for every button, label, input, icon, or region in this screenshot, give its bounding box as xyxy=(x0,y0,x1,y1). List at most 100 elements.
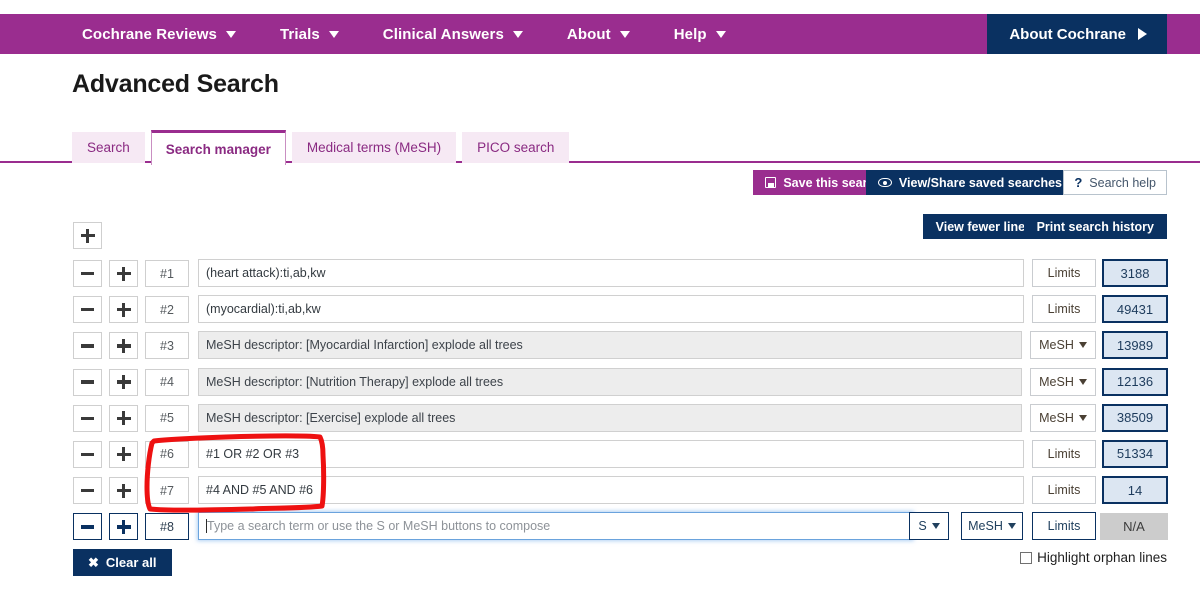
minus-icon xyxy=(81,308,94,312)
plus-icon xyxy=(117,339,131,353)
nav-item-help[interactable]: Help xyxy=(652,26,748,43)
add-line-button[interactable] xyxy=(109,477,138,504)
mesh-button-label: MeSH xyxy=(968,519,1003,533)
line-number[interactable]: #8 xyxy=(145,513,189,540)
result-count[interactable]: 12136 xyxy=(1102,368,1168,396)
query-input[interactable]: MeSH descriptor: [Myocardial Infarction]… xyxy=(198,331,1022,359)
search-row: #1 (heart attack):ti,ab,kw Limits 3188 xyxy=(73,257,1168,293)
query-text: #4 AND #5 AND #6 xyxy=(206,483,313,497)
s-button[interactable]: S xyxy=(909,512,949,540)
remove-line-button[interactable] xyxy=(73,477,102,504)
query-input[interactable]: #1 OR #2 OR #3 xyxy=(198,440,1024,468)
plus-icon xyxy=(81,229,95,243)
tab-pico-search[interactable]: PICO search xyxy=(462,132,569,163)
result-count[interactable]: 51334 xyxy=(1102,440,1168,468)
line-number[interactable]: #7 xyxy=(145,477,189,504)
clear-all-button[interactable]: ✖ Clear all xyxy=(73,549,172,576)
plus-icon xyxy=(117,375,131,389)
nav-items: Cochrane Reviews Trials Clinical Answers… xyxy=(0,26,748,43)
about-cochrane-button[interactable]: About Cochrane xyxy=(987,14,1167,54)
limits-button[interactable]: Limits xyxy=(1032,512,1096,540)
search-row: #7 #4 AND #5 AND #6 Limits 14 xyxy=(73,474,1168,510)
line-number[interactable]: #4 xyxy=(145,369,189,396)
search-help-button[interactable]: ? Search help xyxy=(1063,170,1167,195)
checkbox-box[interactable] xyxy=(1020,552,1032,564)
add-line-button[interactable] xyxy=(109,296,138,323)
minus-icon xyxy=(81,272,94,276)
tab-medical-terms-mesh[interactable]: Medical terms (MeSH) xyxy=(292,132,456,163)
add-line-button[interactable] xyxy=(109,513,138,540)
nav-item-cochrane-reviews[interactable]: Cochrane Reviews xyxy=(60,26,258,43)
nav-item-label: About xyxy=(567,26,611,43)
nav-item-label: Clinical Answers xyxy=(383,26,504,43)
mesh-button[interactable]: MeSH xyxy=(961,512,1023,540)
tab-label: Search xyxy=(87,140,130,155)
remove-line-button[interactable] xyxy=(73,405,102,432)
nav-item-label: Help xyxy=(674,26,707,43)
result-count[interactable]: 38509 xyxy=(1102,404,1168,432)
tab-search-manager[interactable]: Search manager xyxy=(151,130,286,165)
nav-item-trials[interactable]: Trials xyxy=(258,26,361,43)
result-count[interactable]: 3188 xyxy=(1102,259,1168,287)
nav-item-clinical-answers[interactable]: Clinical Answers xyxy=(361,26,545,43)
query-text: #1 OR #2 OR #3 xyxy=(206,447,299,461)
query-input[interactable]: (myocardial):ti,ab,kw xyxy=(198,295,1024,323)
result-count[interactable]: 13989 xyxy=(1102,331,1168,359)
tab-search[interactable]: Search xyxy=(72,132,145,163)
search-row-new: #8 Type a search term or use the S or Me… xyxy=(73,510,1168,549)
line-number[interactable]: #6 xyxy=(145,441,189,468)
mesh-button[interactable]: MeSH xyxy=(1030,368,1096,396)
view-share-saved-searches-button[interactable]: View/Share saved searches xyxy=(866,170,1074,195)
add-line-button[interactable] xyxy=(109,369,138,396)
remove-line-button[interactable] xyxy=(73,369,102,396)
main-navigation-bar: Cochrane Reviews Trials Clinical Answers… xyxy=(0,14,1200,54)
mesh-button[interactable]: MeSH xyxy=(1030,404,1096,432)
search-input[interactable]: Type a search term or use the S or MeSH … xyxy=(198,512,913,540)
limits-label: Limits xyxy=(1048,447,1081,461)
query-input[interactable]: #4 AND #5 AND #6 xyxy=(198,476,1024,504)
query-input[interactable]: MeSH descriptor: [Nutrition Therapy] exp… xyxy=(198,368,1022,396)
add-line-button[interactable] xyxy=(109,332,138,359)
query-text: MeSH descriptor: [Nutrition Therapy] exp… xyxy=(206,375,503,389)
plus-icon xyxy=(117,267,131,281)
add-line-button[interactable] xyxy=(109,441,138,468)
add-line-top-button[interactable] xyxy=(73,222,102,249)
add-line-button[interactable] xyxy=(109,260,138,287)
remove-line-button[interactable] xyxy=(73,296,102,323)
query-input[interactable]: MeSH descriptor: [Exercise] explode all … xyxy=(198,404,1022,432)
query-text: MeSH descriptor: [Exercise] explode all … xyxy=(206,411,455,425)
remove-line-button[interactable] xyxy=(73,513,102,540)
search-row: #6 #1 OR #2 OR #3 Limits 51334 xyxy=(73,438,1168,474)
result-count[interactable]: 14 xyxy=(1102,476,1168,504)
line-number[interactable]: #2 xyxy=(145,296,189,323)
chevron-down-icon xyxy=(620,31,630,38)
remove-line-button[interactable] xyxy=(73,441,102,468)
limits-button[interactable]: Limits xyxy=(1032,440,1096,468)
add-line-button[interactable] xyxy=(109,405,138,432)
remove-line-button[interactable] xyxy=(73,260,102,287)
limits-button[interactable]: Limits xyxy=(1032,295,1096,323)
limits-label: Limits xyxy=(1048,483,1081,497)
minus-icon xyxy=(81,417,94,421)
line-number[interactable]: #3 xyxy=(145,332,189,359)
chevron-down-icon xyxy=(329,31,339,38)
highlight-orphan-lines-checkbox[interactable]: Highlight orphan lines xyxy=(1020,550,1167,565)
mesh-button[interactable]: MeSH xyxy=(1030,331,1096,359)
remove-line-button[interactable] xyxy=(73,332,102,359)
nav-item-about[interactable]: About xyxy=(545,26,652,43)
line-number[interactable]: #1 xyxy=(145,260,189,287)
tab-list: Search Search manager Medical terms (MeS… xyxy=(72,128,575,163)
chevron-down-icon xyxy=(1079,415,1087,421)
tab-bar: Search Search manager Medical terms (MeS… xyxy=(0,128,1200,163)
limits-button[interactable]: Limits xyxy=(1032,259,1096,287)
plus-icon xyxy=(117,484,131,498)
limits-button-label: Limits xyxy=(1048,519,1081,533)
limits-label: Limits xyxy=(1048,302,1081,316)
plus-icon xyxy=(117,520,131,534)
line-number[interactable]: #5 xyxy=(145,405,189,432)
s-button-label: S xyxy=(918,519,926,533)
query-input[interactable]: (heart attack):ti,ab,kw xyxy=(198,259,1024,287)
print-search-history-button[interactable]: Print search history xyxy=(1024,214,1167,239)
limits-button[interactable]: Limits xyxy=(1032,476,1096,504)
result-count[interactable]: 49431 xyxy=(1102,295,1168,323)
